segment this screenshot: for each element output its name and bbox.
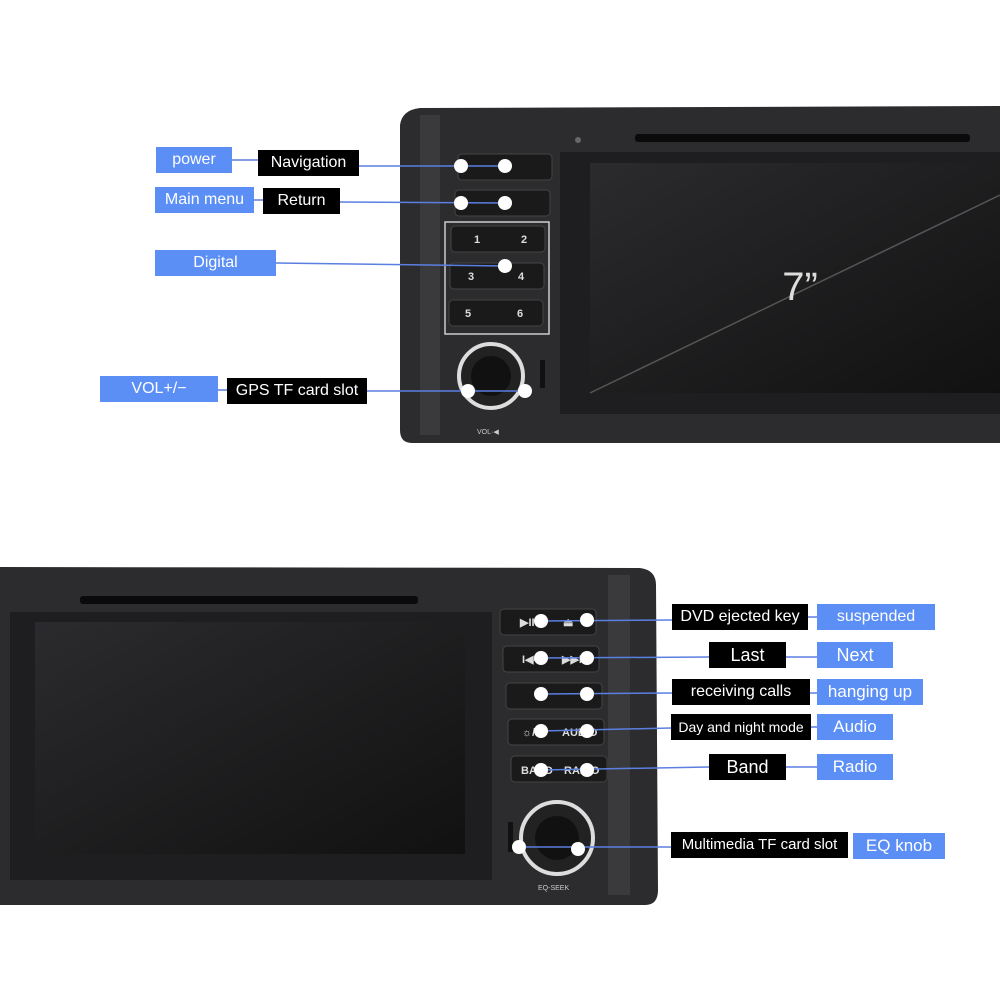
digit-6: 6	[517, 308, 523, 320]
label-main-menu: Main menu	[155, 187, 254, 213]
disc-slot	[80, 596, 418, 604]
label-power: power	[156, 147, 232, 173]
digit-2: 2	[521, 234, 527, 246]
label-receiving-calls: receiving calls	[672, 679, 810, 705]
label-day-night: Day and night mode	[671, 714, 811, 740]
disc-slot	[635, 134, 970, 142]
label-audio: Audio	[817, 714, 893, 740]
label-eq-knob: EQ knob	[853, 833, 945, 859]
bottom-head-unit: ▶II ⏏ I◀◀ ▶▶I ☼/☾ AUDIO BAND RADIO EQ-SE…	[0, 567, 658, 905]
label-digital: Digital	[155, 250, 276, 276]
label-gps-tf: GPS TF card slot	[227, 378, 367, 404]
label-band: Band	[709, 754, 786, 780]
label-last: Last	[709, 642, 786, 668]
screen	[35, 622, 465, 854]
vol-knob-label: VOL·◀	[477, 429, 499, 436]
next-glyph: ▶▶I	[561, 654, 582, 666]
label-multimedia-tf: Multimedia TF card slot	[671, 832, 848, 858]
eq-knob-label: EQ-SEEK	[538, 885, 569, 892]
digit-4: 4	[518, 271, 525, 283]
label-return: Return	[263, 188, 340, 214]
digit-3: 3	[468, 271, 474, 283]
label-dvd-eject: DVD ejected key	[672, 604, 808, 630]
digit-1: 1	[474, 234, 480, 246]
label-next: Next	[817, 642, 893, 668]
device-illustration: 7” 1 2 3 4 5 6 VOL·◀ ▶II ⏏ I◀◀ ▶▶I ☼/☾ A…	[0, 106, 1000, 905]
label-suspended: suspended	[817, 604, 935, 630]
digit-5: 5	[465, 308, 471, 320]
screen-size-text: 7”	[782, 265, 818, 309]
eject-glyph: ⏏	[563, 617, 574, 629]
label-vol: VOL+/−	[100, 376, 218, 402]
gps-tf-slot	[540, 360, 545, 388]
play-pause-glyph: ▶II	[519, 617, 535, 629]
label-navigation: Navigation	[258, 150, 359, 176]
label-radio: Radio	[817, 754, 893, 780]
label-hanging-up: hanging up	[817, 679, 923, 705]
top-head-unit: 7” 1 2 3 4 5 6 VOL·◀	[400, 106, 1000, 443]
